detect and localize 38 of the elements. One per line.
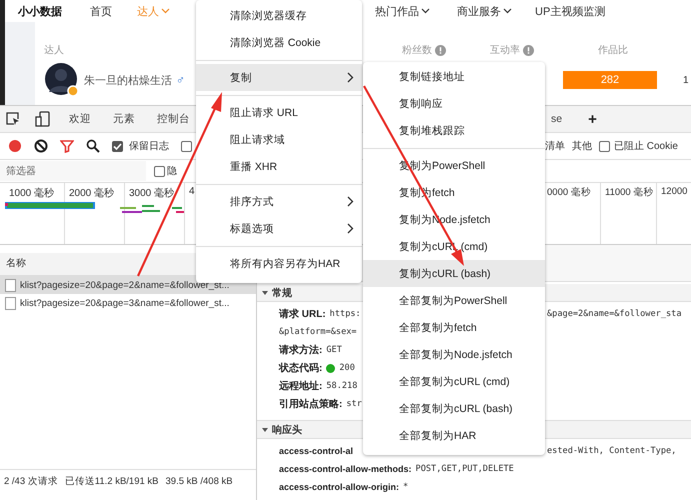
gender-symbol: ♂ — [176, 73, 185, 87]
header-name: 状态代码: — [279, 362, 322, 375]
header-name: access-control-allow-methods: — [279, 464, 412, 474]
column-header: 互动率 — [490, 43, 534, 57]
header-name: 远程地址: — [279, 380, 322, 393]
time-tick: 4 — [189, 186, 195, 197]
time-tick: 11000 毫秒 — [605, 187, 654, 198]
header-value: GET — [326, 345, 342, 355]
header-name: access-control-al — [279, 446, 354, 456]
header-name: 请求 URL: — [279, 308, 326, 321]
header-value: 200 — [339, 363, 355, 373]
status-text: 39.5 kB /408 kB — [166, 476, 233, 486]
column-header: 粉丝数 — [402, 43, 446, 57]
header-value: 58.218 — [326, 381, 358, 391]
time-tick: 1000 毫秒 — [9, 188, 54, 199]
header-value: * — [403, 482, 408, 492]
checkbox-label: 保留日志 — [129, 140, 169, 153]
time-tick: 2000 毫秒 — [69, 188, 114, 199]
header-name: 引用站点策略: — [279, 398, 342, 411]
status-text: 2 /43 次请求 — [4, 474, 58, 488]
header-value: https: — [330, 309, 361, 319]
time-tick: 3000 毫秒 — [129, 188, 174, 199]
header-name: 请求方法: — [279, 343, 322, 357]
checkbox-label: 隐 — [167, 165, 177, 178]
header-value: str — [346, 399, 362, 409]
header-value: ested-With, Content-Type, — [547, 446, 678, 456]
header-value: POST,GET,PUT,DELETE — [416, 464, 514, 474]
header-name: access-control-allow-origin: — [279, 482, 400, 492]
count-bar: 282 — [563, 71, 657, 89]
header-value: &platform=&sex= — [279, 327, 357, 337]
header-value: &page=2&name=&follower_sta — [547, 309, 683, 319]
column-header: 达人 — [44, 44, 64, 57]
checkbox-label: 已阻止 Cookie — [614, 140, 678, 153]
time-tick: 12000 — [661, 186, 688, 197]
table-cell-text: 1 — [682, 74, 689, 86]
column-header: 作品比 — [598, 44, 628, 57]
time-tick: 0000 毫秒 — [547, 187, 591, 198]
status-text: 已传送11.2 kB/191 kB — [64, 474, 159, 488]
